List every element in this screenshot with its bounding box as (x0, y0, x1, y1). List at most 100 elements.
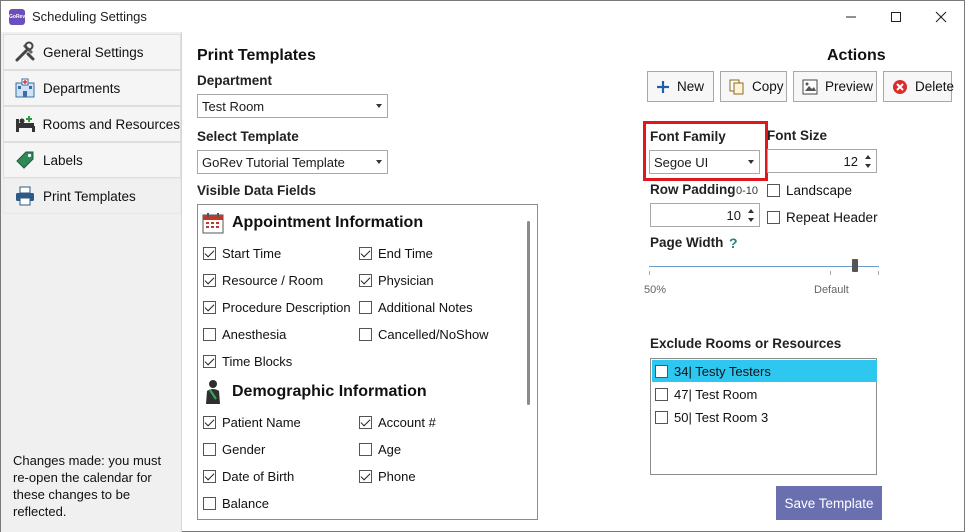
sidebar-item-general-settings[interactable]: General Settings (3, 34, 181, 70)
list-item[interactable]: 34| Testy Testers (652, 360, 877, 382)
changes-note: Changes made: you must re-open the calen… (13, 453, 162, 519)
minimize-button[interactable] (828, 1, 874, 32)
checkbox-box[interactable] (767, 211, 780, 224)
field-anesthesia-checkbox[interactable]: Anesthesia (203, 327, 286, 342)
checkbox-box[interactable] (359, 416, 372, 429)
checkbox-label: End Time (378, 246, 433, 261)
scheduling-settings-window: GoRev Scheduling Settings General Settin… (0, 0, 965, 532)
checkbox-box[interactable] (655, 387, 668, 401)
chevron-up-icon[interactable] (865, 155, 871, 159)
exclude-rooms-list: 34| Testy Testers 47| Test Room 50| Test… (650, 358, 877, 475)
field-time-blocks-checkbox[interactable]: Time Blocks (203, 354, 292, 369)
page-width-slider-thumb[interactable] (852, 259, 858, 272)
delete-icon (892, 79, 908, 95)
field-physician-checkbox[interactable]: Physician (359, 273, 434, 288)
checkbox-box[interactable] (655, 410, 668, 424)
field-phone-checkbox[interactable]: Phone (359, 469, 416, 484)
copy-button[interactable]: Copy (720, 71, 787, 102)
patient-icon (206, 380, 220, 404)
sidebar-item-label: Labels (43, 152, 83, 168)
checkbox-box[interactable] (203, 328, 216, 341)
sidebar-item-labels[interactable]: Labels (3, 142, 181, 178)
field-procedure-description-checkbox[interactable]: Procedure Description (203, 300, 351, 315)
list-item[interactable]: 50| Test Room 3 (652, 406, 877, 428)
new-button[interactable]: New (647, 71, 714, 102)
sidebar-item-label: General Settings (43, 44, 144, 60)
template-value: GoRev Tutorial Template (202, 154, 345, 170)
field-end-time-checkbox[interactable]: End Time (359, 246, 433, 261)
checkbox-box[interactable] (203, 416, 216, 429)
close-icon (935, 11, 947, 22)
checkbox-box[interactable] (203, 497, 216, 510)
field-start-time-checkbox[interactable]: Start Time (203, 246, 281, 261)
tag-icon (12, 147, 38, 173)
field-age-checkbox[interactable]: Age (359, 442, 401, 457)
checkbox-box[interactable] (203, 274, 216, 287)
checkbox-box[interactable] (655, 364, 668, 378)
printer-icon (12, 183, 38, 209)
field-gender-checkbox[interactable]: Gender (203, 442, 265, 457)
checkbox-box[interactable] (359, 301, 372, 314)
font-family-label: Font Family (650, 129, 726, 144)
checkbox-box[interactable] (203, 470, 216, 483)
page-width-slider-track[interactable] (649, 266, 879, 267)
delete-button[interactable]: Delete (883, 71, 955, 102)
close-button[interactable] (918, 1, 964, 32)
font-size-value: 12 (843, 153, 858, 169)
visible-fields-list: Appointment Information Start Time End T… (197, 204, 538, 520)
font-size-stepper[interactable]: 12 (767, 149, 877, 173)
preview-button[interactable]: Preview (793, 71, 877, 102)
demographic-group-header: Demographic Information (202, 379, 427, 405)
field-patient-name-checkbox[interactable]: Patient Name (203, 415, 301, 430)
checkbox-box[interactable] (203, 443, 216, 456)
field-account-number-checkbox[interactable]: Account # (359, 415, 436, 430)
list-item-label: 47| Test Room (674, 386, 758, 402)
checkbox-box[interactable] (359, 443, 372, 456)
fields-scrollbar[interactable] (527, 221, 530, 405)
checkbox-label: Gender (222, 442, 266, 457)
checkbox-label: Phone (378, 469, 416, 484)
sidebar-item-rooms-and-resources[interactable]: Rooms and Resources (3, 106, 181, 142)
checkbox-box[interactable] (359, 328, 372, 341)
checkbox-box[interactable] (203, 247, 216, 260)
sidebar-item-print-templates[interactable]: Print Templates (3, 178, 181, 214)
chevron-down-icon[interactable] (865, 164, 871, 168)
landscape-checkbox[interactable]: Landscape (767, 183, 852, 198)
field-balance-checkbox[interactable]: Balance (203, 496, 269, 511)
checkbox-box[interactable] (359, 247, 372, 260)
checkbox-label: Anesthesia (222, 327, 287, 342)
copy-icon (729, 79, 745, 95)
field-additional-notes-checkbox[interactable]: Additional Notes (359, 300, 473, 315)
settings-sidebar: General Settings Departments Rooms and R… (1, 32, 182, 532)
checkbox-box[interactable] (359, 274, 372, 287)
checkbox-box[interactable] (203, 355, 216, 368)
checkbox-box[interactable] (203, 301, 216, 314)
chevron-up-icon[interactable] (748, 209, 754, 213)
field-date-of-birth-checkbox[interactable]: Date of Birth (203, 469, 294, 484)
field-resource-room-checkbox[interactable]: Resource / Room (203, 273, 323, 288)
slider-min-label: 50% (644, 284, 667, 296)
row-padding-stepper[interactable]: 10 (650, 203, 760, 227)
sidebar-item-departments[interactable]: Departments (3, 70, 181, 106)
checkbox-label: Account # (378, 415, 436, 430)
department-dropdown[interactable]: Test Room (197, 94, 388, 118)
save-template-button[interactable]: Save Template (776, 486, 882, 520)
help-icon[interactable]: ? (729, 235, 738, 251)
template-dropdown[interactable]: GoRev Tutorial Template (197, 150, 388, 174)
maximize-button[interactable] (873, 1, 919, 32)
preview-icon (802, 79, 818, 95)
button-label: Delete (915, 79, 955, 94)
chevron-down-icon (748, 160, 754, 164)
chevron-down-icon[interactable] (748, 218, 754, 222)
checkbox-box[interactable] (767, 184, 780, 197)
appointment-group-header: Appointment Information (202, 212, 423, 234)
font-family-dropdown[interactable]: Segoe UI (649, 150, 760, 174)
field-cancelled-noshow-checkbox[interactable]: Cancelled/NoShow (359, 327, 489, 342)
list-item[interactable]: 47| Test Room (652, 383, 877, 405)
repeat-header-checkbox[interactable]: Repeat Header (767, 210, 878, 225)
chevron-down-icon (376, 160, 382, 164)
checkbox-label: Landscape (786, 183, 853, 198)
actions-title: Actions (827, 47, 886, 64)
row-padding-value: 10 (726, 207, 741, 223)
checkbox-box[interactable] (359, 470, 372, 483)
